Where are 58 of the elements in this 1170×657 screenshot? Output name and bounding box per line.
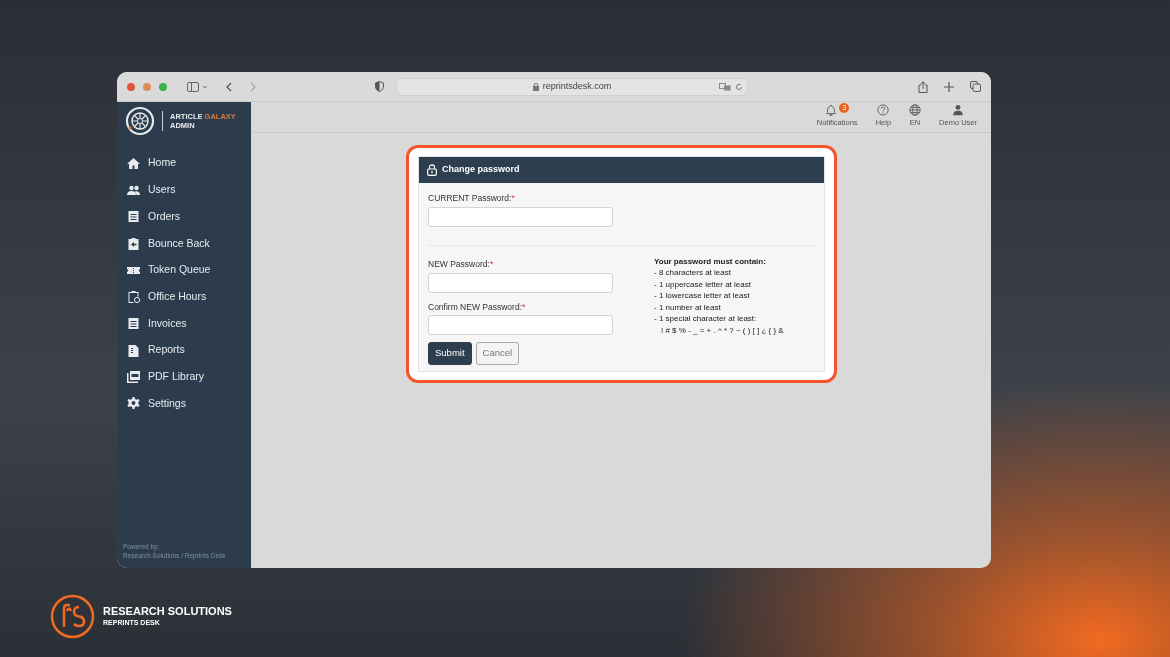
sidebar-item[interactable]: Settings <box>117 390 251 417</box>
minimize-window-button[interactable] <box>143 82 151 91</box>
rule-text: - 1 number at least <box>654 301 722 314</box>
sidebar-item[interactable]: Office Hours <box>117 283 251 311</box>
rule-text: - 1 lowercase letter at least <box>654 290 751 302</box>
sidebar-item[interactable]: Reports <box>117 336 251 364</box>
back-icon[interactable] <box>225 81 233 92</box>
field-label: Confirm NEW Password:* <box>428 300 527 314</box>
password-field[interactable] <box>428 272 613 293</box>
user-icon <box>952 103 965 116</box>
sidebar-item[interactable]: Invoices <box>117 310 251 337</box>
translate-icon[interactable] <box>719 82 731 91</box>
document-icon <box>127 210 140 224</box>
sidebar-item[interactable]: Users <box>117 176 251 204</box>
pdf-file-icon <box>127 370 140 384</box>
tabs-icon[interactable] <box>970 81 981 92</box>
clipboard-clock-icon <box>127 290 140 304</box>
rule-text: - 1 special character at least: <box>654 313 758 325</box>
home-icon <box>127 156 140 170</box>
close-window-button[interactable] <box>127 82 135 91</box>
sidebar-item[interactable]: Home <box>117 150 251 177</box>
document-icon <box>127 316 140 330</box>
settings-icon <box>127 397 140 411</box>
globe-icon <box>909 103 922 116</box>
field-label: NEW Password:* <box>428 257 495 271</box>
special-characters-text: ! # $ % - _ = + . ^ * ? ~ ( ) [ ] ¿ { } & <box>660 324 784 337</box>
password-field[interactable] <box>428 315 613 336</box>
users-icon <box>127 183 140 197</box>
lock-icon <box>532 82 539 91</box>
rules-heading: Your password must contain: <box>654 255 767 268</box>
brand-logo-icon <box>50 594 95 639</box>
share-icon[interactable] <box>918 80 928 93</box>
sidebar-item[interactable]: Orders <box>117 203 251 231</box>
url-text: reprintsdesk.com <box>542 79 612 93</box>
lock-icon <box>427 164 437 176</box>
plus-icon[interactable] <box>944 81 954 92</box>
sidebar-item[interactable]: Token Queue <box>117 256 251 284</box>
password-field[interactable] <box>428 206 613 227</box>
zoom-window-button[interactable] <box>159 82 167 91</box>
logo-icon <box>125 106 155 136</box>
shield-icon[interactable] <box>375 81 384 92</box>
field-label: CURRENT Password:* <box>428 192 516 205</box>
sidebar-item[interactable]: PDF Library <box>117 363 251 391</box>
bell-icon <box>825 103 838 116</box>
cancel-button[interactable]: Cancel <box>475 342 520 365</box>
clipboard-icon <box>127 236 140 250</box>
report-icon <box>127 343 140 357</box>
sidebar-item[interactable]: Bounce Back <box>117 230 251 257</box>
address-bar[interactable]: reprintsdesk.com <box>396 77 748 96</box>
sidebar-toggle-icon[interactable] <box>187 81 209 92</box>
dialog-title: Change password <box>442 163 520 177</box>
rule-text: - 8 characters at least <box>654 267 732 279</box>
rule-text: - 1 uppercase letter at least <box>654 278 752 291</box>
reload-icon[interactable] <box>735 82 743 91</box>
forward-icon[interactable] <box>249 81 257 92</box>
brand-name: RESEARCH SOLUTIONS <box>103 604 232 617</box>
submit-button[interactable]: Submit <box>428 342 472 365</box>
help-icon <box>877 103 890 116</box>
